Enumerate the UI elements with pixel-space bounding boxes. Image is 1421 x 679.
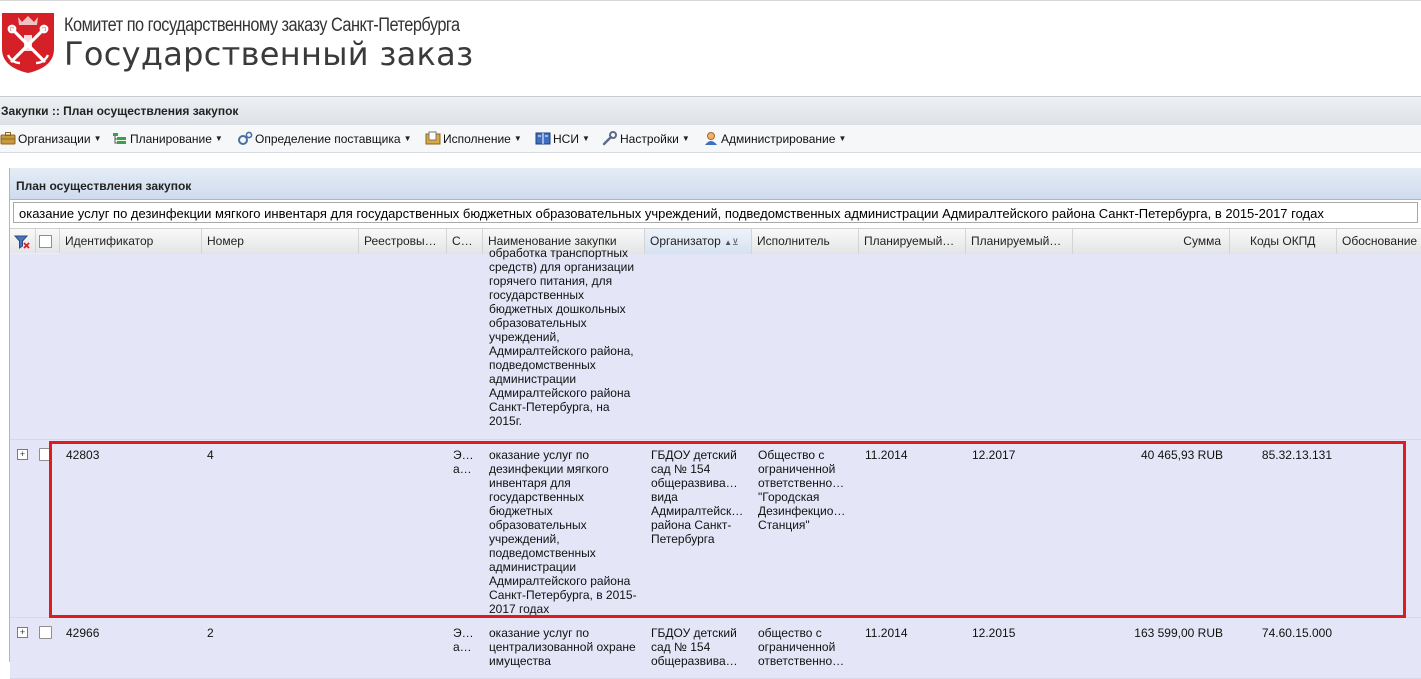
menu-administration-label: Администрирование bbox=[721, 131, 836, 146]
cell-number: 4 bbox=[207, 448, 214, 462]
col-header-status[interactable]: С… bbox=[447, 229, 483, 254]
col-header-okpd[interactable]: Коды ОКПД bbox=[1230, 229, 1337, 254]
cell-status: Э… а… bbox=[453, 448, 474, 476]
list-tree-icon bbox=[113, 133, 126, 144]
chevron-down-icon: ▼ bbox=[681, 134, 690, 143]
select-all-checkbox[interactable] bbox=[36, 229, 60, 254]
spb-emblem-logo bbox=[2, 13, 54, 73]
site-header: Комитет по государственному заказу Санкт… bbox=[0, 0, 1421, 97]
briefcase-icon bbox=[0, 132, 16, 145]
menu-supplier-selection-label: Определение поставщика bbox=[255, 131, 401, 146]
chevron-down-icon: ▼ bbox=[403, 134, 412, 143]
site-title: Государственный заказ bbox=[64, 35, 474, 73]
cell-okpd: 85.32.13.131 bbox=[1261, 448, 1332, 462]
main-menu: Организации ▼ Планирование ▼ Определение п… bbox=[0, 125, 1421, 153]
cell-sum: 163 599,00 RUB bbox=[1134, 626, 1223, 640]
menu-planning[interactable]: Планирование ▼ bbox=[112, 131, 223, 146]
filter-icon: ⊻ bbox=[732, 237, 739, 247]
menu-settings[interactable]: Настройки ▼ bbox=[602, 131, 690, 146]
chevron-down-icon: ▼ bbox=[214, 134, 223, 143]
breadcrumb: Закупки :: План осуществления закупок bbox=[1, 104, 239, 118]
cell-plan-start: 11.2014 bbox=[865, 448, 908, 462]
panel-title: План осуществления закупок bbox=[16, 179, 192, 193]
chevron-down-icon: ▼ bbox=[838, 134, 847, 143]
cell-name: обработка транспортных средств) для орга… bbox=[489, 246, 635, 428]
table-row[interactable]: + 42803 4 Э… а… оказание услуг по дезинф… bbox=[10, 440, 1421, 618]
col-header-sum[interactable]: Сумма bbox=[1073, 229, 1230, 254]
clear-filter-button[interactable] bbox=[10, 229, 36, 254]
chevron-down-icon: ▼ bbox=[93, 134, 102, 143]
book-icon bbox=[535, 132, 551, 145]
menu-nsi-label: НСИ bbox=[553, 131, 579, 146]
menu-organizations[interactable]: Организации ▼ bbox=[0, 131, 102, 146]
search-filter-input[interactable]: оказание услуг по дезинфекции мягкого ин… bbox=[13, 202, 1418, 223]
cell-name: оказание услуг по дезинфекции мягкого ин… bbox=[489, 448, 637, 616]
expand-row-icon[interactable]: + bbox=[17, 627, 28, 638]
grid-header: Идентификатор Номер Реестровы… С… Наимен… bbox=[10, 228, 1421, 255]
cell-id: 42966 bbox=[66, 626, 100, 640]
menu-execution[interactable]: Исполнение ▼ bbox=[425, 131, 522, 146]
menu-organizations-label: Организации bbox=[18, 131, 91, 146]
table-row[interactable]: обработка транспортных средств) для орга… bbox=[10, 246, 1421, 440]
cell-sum: 40 465,93 RUB bbox=[1140, 448, 1223, 462]
expand-row-icon[interactable]: + bbox=[17, 449, 28, 460]
chevron-down-icon: ▼ bbox=[513, 134, 522, 143]
sort-asc-icon: ▲ bbox=[724, 238, 733, 247]
col-header-plan-start[interactable]: Планируемый… bbox=[859, 229, 966, 254]
folder-docs-icon bbox=[425, 131, 441, 145]
cell-plan-start: 11.2014 bbox=[865, 626, 908, 640]
menu-settings-label: Настройки bbox=[620, 131, 679, 146]
cell-executor: Общество с ограниченной ответственно… "Г… bbox=[758, 448, 846, 532]
breadcrumb-bar: Закупки :: План осуществления закупок bbox=[0, 96, 1421, 126]
clear-filter-icon bbox=[13, 235, 30, 249]
user-icon bbox=[705, 132, 717, 145]
cell-status: Э… а… bbox=[453, 626, 474, 654]
menu-supplier-selection[interactable]: Определение поставщика ▼ bbox=[237, 131, 411, 146]
col-header-registry[interactable]: Реестровы… bbox=[359, 229, 447, 254]
col-header-id[interactable]: Идентификатор bbox=[60, 229, 202, 254]
cell-okpd: 74.60.15.000 bbox=[1261, 626, 1332, 640]
col-header-plan-end[interactable]: Планируемый… bbox=[966, 229, 1073, 254]
col-header-organizer[interactable]: Организатор ▲⊻ bbox=[645, 229, 752, 254]
cell-organizer: ГБДОУ детский сад № 154 общеразвива… вид… bbox=[651, 448, 744, 546]
cell-number: 2 bbox=[207, 626, 214, 640]
wrench-icon bbox=[602, 131, 617, 146]
procurement-plan-panel: План осуществления закупок оказание услу… bbox=[9, 168, 1421, 679]
committee-name: Комитет по государственному заказу Санкт… bbox=[64, 15, 460, 36]
chevron-down-icon: ▼ bbox=[581, 134, 590, 143]
col-header-executor[interactable]: Исполнитель bbox=[752, 229, 859, 254]
cell-id: 42803 bbox=[66, 448, 100, 462]
menu-execution-label: Исполнение bbox=[443, 131, 511, 146]
gears-icon bbox=[238, 131, 253, 145]
col-header-basis[interactable]: Обоснование bbox=[1337, 229, 1421, 254]
col-header-number[interactable]: Номер bbox=[202, 229, 359, 254]
row-checkbox[interactable] bbox=[39, 448, 52, 461]
col-header-organizer-label: Организатор bbox=[650, 234, 721, 248]
cell-plan-end: 12.2017 bbox=[972, 448, 1016, 462]
menu-nsi[interactable]: НСИ ▼ bbox=[535, 131, 590, 146]
table-row[interactable]: + 42966 2 Э… а… оказание услуг по центра… bbox=[10, 618, 1421, 679]
row-checkbox[interactable] bbox=[39, 626, 52, 639]
cell-plan-end: 12.2015 bbox=[972, 626, 1016, 640]
menu-administration[interactable]: Администрирование ▼ bbox=[703, 131, 846, 146]
menu-planning-label: Планирование bbox=[130, 131, 212, 146]
panel-header: План осуществления закупок bbox=[10, 168, 1421, 200]
